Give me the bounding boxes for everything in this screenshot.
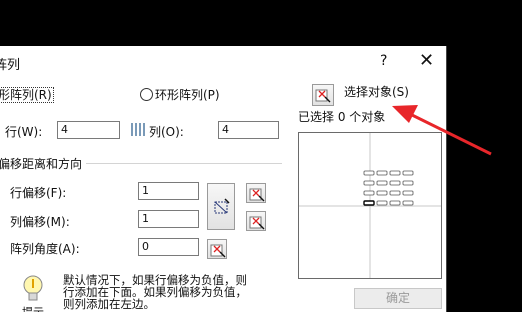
dialog-titlebar: 阵列 ? ✕ [0, 46, 446, 77]
preview-array-item [389, 170, 401, 176]
row-offset-input[interactable]: 1 [138, 182, 199, 200]
rows-input[interactable]: 4 [57, 121, 120, 139]
angle-label: 阵列角度(A): [10, 242, 80, 256]
preview-array-item [389, 190, 401, 196]
tip-line: 则列添加在左边。 [63, 297, 155, 311]
pick-point-icon [249, 216, 265, 230]
preview-array-item [376, 190, 388, 196]
offset-section-title: 偏移距离和方向 [0, 157, 83, 171]
pick-col-offset-button[interactable] [246, 211, 266, 231]
close-button[interactable]: ✕ [419, 50, 434, 71]
preview-array-item [376, 200, 388, 206]
dialog-title: 阵列 [0, 58, 21, 73]
polar-array-label: 环形阵列(P) [155, 88, 220, 102]
array-preview [298, 132, 442, 279]
pick-angle-button[interactable] [207, 239, 227, 259]
pick-offset-icon [214, 198, 230, 214]
array-dialog: 阵列 ? ✕ 形阵列(R) 环形阵列(P) 行(W): 4 列(O): 4 偏移… [0, 46, 447, 312]
preview-array-item [363, 190, 375, 196]
preview-array-item [402, 180, 414, 186]
pick-both-offsets-button[interactable] [207, 183, 235, 230]
row-offset-label: 行偏移(F): [10, 186, 67, 200]
preview-array-item [363, 180, 375, 186]
columns-input[interactable]: 4 [218, 121, 279, 139]
col-offset-label: 列偏移(M): [10, 215, 70, 229]
select-object-icon [315, 89, 331, 103]
select-objects-label: 选择对象(S) [344, 85, 409, 99]
preview-array-item [389, 180, 401, 186]
pick-point-icon [249, 188, 265, 202]
preview-array-item [363, 170, 375, 176]
preview-array-item [389, 200, 401, 206]
polar-array-radio[interactable]: 环形阵列(P) [140, 86, 220, 103]
columns-icon [131, 123, 145, 139]
select-objects-button[interactable] [312, 84, 334, 106]
preview-array-item [402, 200, 414, 206]
radio-circle [140, 88, 153, 101]
rows-label: 行(W): [5, 125, 43, 139]
preview-array-item [402, 170, 414, 176]
pick-row-offset-button[interactable] [246, 183, 266, 203]
offset-section-divider [86, 163, 282, 164]
angle-input[interactable]: 0 [138, 238, 199, 256]
preview-array-item [376, 170, 388, 176]
preview-array-item [363, 200, 375, 206]
pick-point-icon [210, 244, 226, 258]
rect-array-label: 形阵列(R) [0, 87, 54, 103]
rect-array-radio[interactable]: 形阵列(R) [0, 86, 54, 103]
col-offset-input[interactable]: 1 [138, 210, 199, 228]
preview-array-item [376, 180, 388, 186]
tip-heading: 提示 [22, 304, 44, 312]
tip-text: 默认情况下，如果行偏移为负值，则 行添加在下面。如果列偏移为负值， 则列添加在左… [63, 274, 247, 310]
help-button[interactable]: ? [380, 53, 387, 69]
columns-label: 列(O): [149, 125, 184, 139]
ok-button[interactable]: 确定 [354, 288, 442, 309]
preview-array-item [402, 190, 414, 196]
selected-count-text: 已选择 0 个对象 [298, 110, 386, 124]
